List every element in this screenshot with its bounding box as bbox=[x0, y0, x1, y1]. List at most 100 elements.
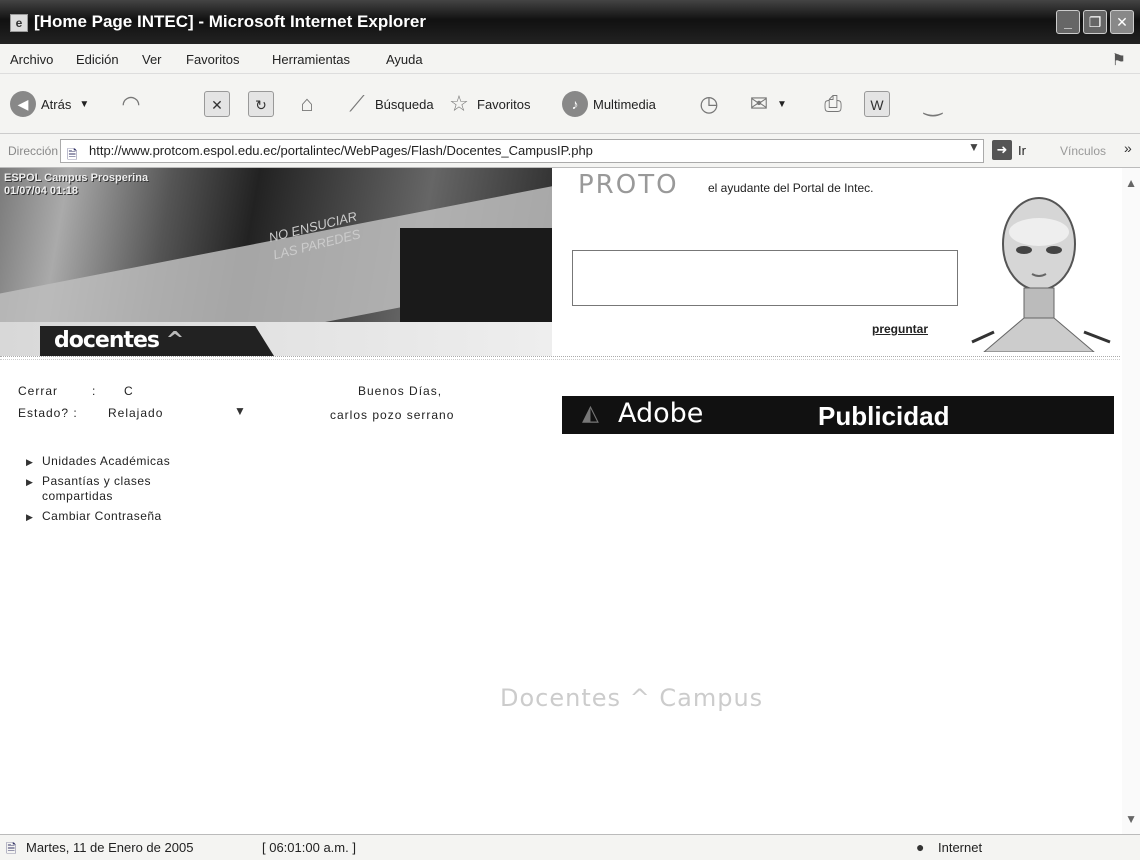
scroll-down-icon[interactable]: ▼ bbox=[1125, 812, 1137, 826]
messenger-icon: ‿ bbox=[924, 91, 942, 116]
nav-pasantias[interactable]: ▶ Pasantías y clases compartidas bbox=[26, 474, 206, 504]
messenger-button[interactable]: ‿ bbox=[920, 90, 951, 118]
banner-stamp: ESPOL Campus Prosperina 01/07/04 01:18 bbox=[4, 172, 149, 197]
forward-arrow-icon: ◠ bbox=[121, 91, 141, 116]
media-label: Multimedia bbox=[593, 96, 656, 112]
state-label: Estado? : bbox=[18, 406, 78, 420]
favorites-button[interactable]: ☆ Favoritos bbox=[446, 90, 530, 118]
print-button[interactable]: ⎙ bbox=[820, 90, 851, 118]
mail-icon: ✉ bbox=[749, 91, 769, 116]
nav-label: Pasantías y clases compartidas bbox=[42, 474, 152, 503]
logo-right: campus bbox=[54, 358, 144, 383]
mail-button[interactable]: ✉ ▼ bbox=[746, 90, 787, 118]
status-time: [ 06:01:00 a.m. ] bbox=[262, 840, 356, 855]
nav-label: Cambiar Contraseña bbox=[42, 509, 162, 523]
address-input[interactable]: 🗎 http://www.protcom.espol.edu.ec/portal… bbox=[60, 139, 984, 163]
triangle-right-icon: ▶ bbox=[26, 457, 34, 467]
ad-title: Publicidad bbox=[818, 401, 950, 431]
chevron-down-icon: ▼ bbox=[79, 98, 90, 110]
home-button[interactable]: ⌂ bbox=[294, 90, 325, 118]
media-icon: ♪ bbox=[562, 91, 588, 117]
logo-sep: ^ bbox=[165, 328, 184, 353]
docentes-campus-logo: docentes ^ campus bbox=[40, 326, 274, 356]
search-button[interactable]: ⟋ Búsqueda bbox=[344, 90, 434, 118]
refresh-icon: ↻ bbox=[248, 91, 274, 117]
word-edit-icon: W bbox=[864, 91, 890, 117]
toolbar: ◀ Atrás ▼ ◠ ✕ ↻ ⌂ ⟋ Búsqueda ☆ Favoritos… bbox=[0, 74, 1140, 134]
go-label: Ir bbox=[1018, 142, 1026, 158]
favorites-label: Favoritos bbox=[477, 96, 531, 112]
state-dropdown-icon[interactable]: ▼ bbox=[234, 404, 246, 418]
robot-avatar bbox=[971, 197, 1111, 352]
refresh-button[interactable]: ↻ bbox=[248, 90, 279, 118]
close-session-button[interactable]: C bbox=[124, 384, 134, 398]
user-name: carlos pozo serrano bbox=[330, 408, 455, 422]
page-content: ESPOL Campus Prosperina 01/07/04 01:18 N… bbox=[0, 168, 1140, 834]
logo-left: docentes bbox=[54, 328, 160, 353]
chevron-down-icon: ▼ bbox=[777, 98, 787, 110]
window-controls: _ ❐ ✕ bbox=[1056, 10, 1134, 34]
media-button[interactable]: ♪ Multimedia bbox=[562, 90, 656, 118]
close-button[interactable]: ✕ bbox=[1110, 10, 1134, 34]
ie-page-icon: e bbox=[10, 14, 28, 32]
nav-unidades-academicas[interactable]: ▶ Unidades Académicas bbox=[26, 454, 206, 469]
favorites-star-icon: ☆ bbox=[449, 91, 469, 116]
proto-logo: PROTO bbox=[578, 170, 679, 200]
status-date: Martes, 11 de Enero de 2005 bbox=[26, 840, 194, 855]
campus-banner-photo: ESPOL Campus Prosperina 01/07/04 01:18 N… bbox=[0, 168, 552, 322]
menu-favoritos[interactable]: Favoritos bbox=[186, 52, 239, 67]
back-button[interactable]: ◀ Atrás ▼ bbox=[10, 90, 89, 118]
back-arrow-icon: ◀ bbox=[10, 91, 36, 117]
links-more[interactable]: » bbox=[1124, 140, 1132, 156]
triangle-right-icon: ▶ bbox=[26, 477, 34, 487]
greeting: Buenos Días, bbox=[358, 384, 443, 398]
menu-ver[interactable]: Ver bbox=[142, 52, 162, 67]
history-icon: ◷ bbox=[699, 91, 719, 116]
globe-icon: ● bbox=[916, 839, 925, 855]
assistant-message: el ayudante del Portal de Intec. bbox=[708, 181, 874, 195]
menu-archivo[interactable]: Archivo bbox=[10, 52, 53, 67]
close-session-sep: : bbox=[92, 384, 97, 398]
menu-herramientas[interactable]: Herramientas bbox=[272, 52, 350, 67]
go-arrow-icon: ➜ bbox=[992, 140, 1012, 160]
edit-button[interactable]: W bbox=[864, 90, 895, 118]
print-icon: ⎙ bbox=[824, 91, 842, 116]
scroll-up-icon[interactable]: ▲ bbox=[1125, 176, 1137, 190]
watermark: Docentes ^ Campus bbox=[500, 684, 764, 712]
go-button[interactable]: ➜ Ir bbox=[992, 140, 1026, 160]
stop-button[interactable]: ✕ bbox=[204, 90, 235, 118]
ad-logo-text: Adobe bbox=[618, 398, 704, 429]
window-titlebar: e [Home Page INTEC] - Microsoft Internet… bbox=[0, 0, 1140, 44]
back-label: Atrás bbox=[41, 96, 72, 112]
ad-logo: ◭ Adobe bbox=[582, 398, 703, 429]
adobe-logo-icon: ◭ bbox=[582, 400, 599, 426]
status-zone: Internet bbox=[938, 840, 983, 855]
address-dropdown-icon[interactable]: ▼ bbox=[968, 140, 980, 154]
search-label: Búsqueda bbox=[375, 96, 434, 112]
maximize-button[interactable]: ❐ bbox=[1083, 10, 1107, 34]
address-bar: Dirección 🗎 http://www.protcom.espol.edu… bbox=[0, 134, 1140, 168]
triangle-right-icon: ▶ bbox=[26, 512, 34, 522]
ad-banner[interactable]: ◭ Adobe Publicidad bbox=[562, 396, 1114, 434]
logo-band: docentes ^ campus bbox=[0, 322, 552, 356]
banner-doorway bbox=[400, 228, 552, 322]
links-label[interactable]: Vínculos bbox=[1060, 144, 1106, 158]
ask-button[interactable]: preguntar bbox=[872, 322, 928, 336]
close-session-label: Cerrar bbox=[18, 384, 59, 398]
nav-list: ▶ Unidades Académicas ▶ Pasantías y clas… bbox=[26, 454, 206, 529]
status-bar: 🗎 Martes, 11 de Enero de 2005 [ 06:01:00… bbox=[0, 834, 1140, 860]
divider bbox=[0, 356, 1120, 360]
menu-ayuda[interactable]: Ayuda bbox=[386, 52, 423, 67]
page-icon: 🗎 bbox=[6, 841, 17, 856]
nav-cambiar-contrasena[interactable]: ▶ Cambiar Contraseña bbox=[26, 509, 206, 524]
menu-edicion[interactable]: Edición bbox=[76, 52, 119, 67]
state-value[interactable]: Relajado bbox=[108, 406, 163, 420]
history-button[interactable]: ◷ bbox=[696, 90, 727, 118]
scrollbar[interactable]: ▲ ▼ bbox=[1122, 168, 1140, 834]
minimize-button[interactable]: _ bbox=[1056, 10, 1080, 34]
windows-flag-icon: ⚑ bbox=[1111, 52, 1126, 69]
forward-button[interactable]: ◠ bbox=[118, 90, 149, 118]
question-input[interactable] bbox=[572, 250, 958, 306]
page-icon: 🗎 bbox=[67, 147, 78, 162]
address-label: Dirección bbox=[8, 144, 59, 158]
